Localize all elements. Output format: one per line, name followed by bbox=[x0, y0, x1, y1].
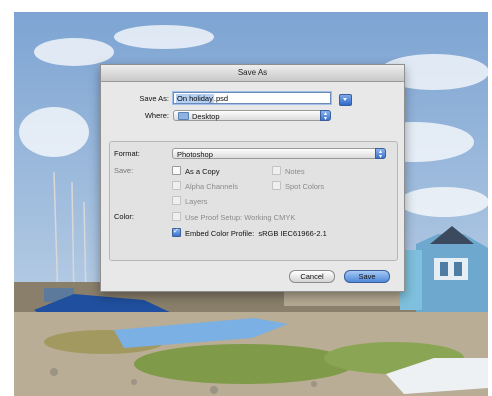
checkmark-icon bbox=[172, 227, 181, 237]
format-value: Photoshop bbox=[177, 150, 213, 159]
where-label: Where: bbox=[144, 111, 169, 120]
alpha-channels-checkbox[interactable]: Alpha Channels bbox=[172, 181, 238, 191]
folder-icon bbox=[178, 112, 189, 120]
layers-label: Layers bbox=[185, 197, 208, 206]
save-button[interactable]: Save bbox=[344, 270, 390, 283]
screenshot-frame: Save As Save As: On holiday.psd Where: D… bbox=[0, 0, 492, 396]
save-as-label: Save As: bbox=[139, 94, 169, 103]
where-value: Desktop bbox=[192, 112, 220, 121]
save-options-panel: Format: Photoshop ▴ ▾ Save: As a Copy Not… bbox=[109, 141, 398, 261]
use-proof-setup-label: Use Proof Setup: bbox=[185, 213, 243, 222]
filename-extension: .psd bbox=[213, 94, 229, 103]
popup-arrows-icon: ▴ ▾ bbox=[320, 110, 331, 122]
as-a-copy-checkbox[interactable]: As a Copy bbox=[172, 166, 220, 176]
layers-checkbox[interactable]: Layers bbox=[172, 196, 208, 206]
notes-label: Notes bbox=[285, 167, 305, 176]
profile-value: sRGB IEC61966-2.1 bbox=[258, 229, 327, 238]
spot-colors-label: Spot Colors bbox=[285, 182, 325, 191]
popup-arrows-icon: ▴ ▾ bbox=[375, 148, 386, 160]
filename-input[interactable]: On holiday.psd bbox=[173, 92, 331, 104]
use-proof-setup-checkbox[interactable]: Use Proof Setup: Working CMYK bbox=[172, 212, 296, 222]
color-label: Color: bbox=[114, 212, 135, 221]
checkbox-box bbox=[172, 196, 181, 205]
save-as-dialog: Save As Save As: On holiday.psd Where: D… bbox=[100, 64, 405, 292]
embed-color-profile-label: Embed Color Profile: bbox=[185, 229, 255, 238]
format-popup[interactable]: Photoshop ▴ ▾ bbox=[172, 148, 386, 160]
dialog-title: Save As bbox=[101, 65, 404, 82]
filename-selected-text: On holiday bbox=[176, 94, 214, 103]
disclosure-triangle-icon[interactable] bbox=[339, 94, 352, 106]
notes-checkbox[interactable]: Notes bbox=[272, 166, 305, 176]
checkbox-box bbox=[172, 181, 181, 190]
as-a-copy-label: As a Copy bbox=[185, 167, 220, 176]
checkbox-box bbox=[272, 166, 281, 175]
spot-colors-checkbox[interactable]: Spot Colors bbox=[272, 181, 325, 191]
proof-value: Working CMYK bbox=[244, 213, 296, 222]
embed-color-profile-checkbox[interactable]: Embed Color Profile: sRGB IEC61966-2.1 bbox=[172, 227, 327, 238]
checkbox-box bbox=[172, 166, 181, 175]
format-label: Format: bbox=[114, 149, 140, 158]
alpha-channels-label: Alpha Channels bbox=[185, 182, 238, 191]
where-popup[interactable]: Desktop ▴ ▾ bbox=[173, 110, 331, 122]
save-label: Save: bbox=[114, 166, 134, 175]
cancel-button[interactable]: Cancel bbox=[289, 270, 335, 283]
checkbox-box bbox=[272, 181, 281, 190]
checkbox-box bbox=[172, 212, 181, 221]
